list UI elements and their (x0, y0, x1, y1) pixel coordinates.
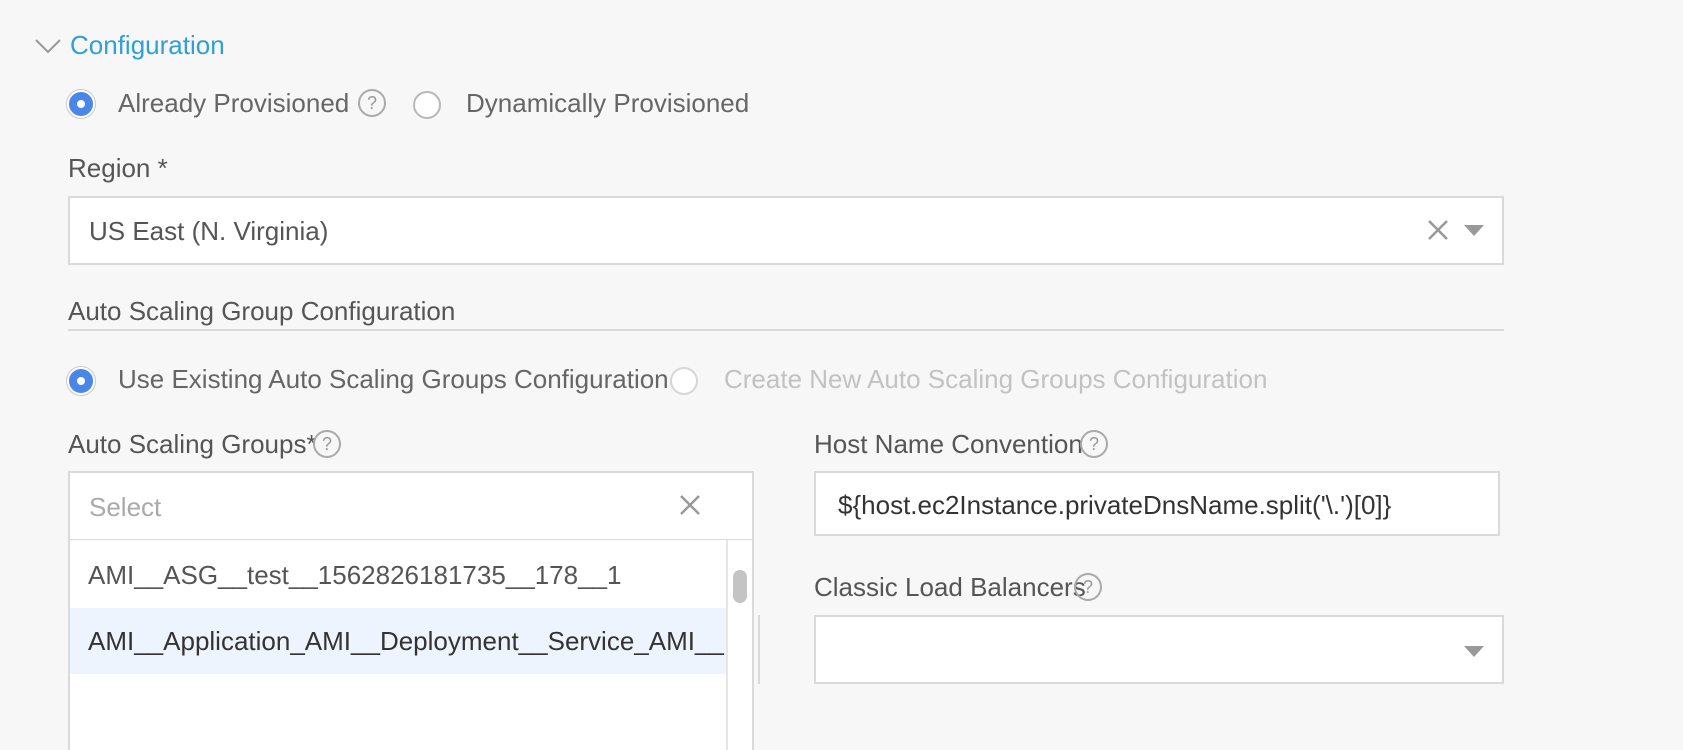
create-new-asg-label: Create New Auto Scaling Groups Configura… (724, 364, 1268, 394)
section-title[interactable]: Configuration (70, 30, 225, 61)
clear-icon[interactable] (1426, 218, 1450, 247)
dynamically-provisioned-label[interactable]: Dynamically Provisioned (466, 88, 749, 119)
scrollbar-track[interactable] (726, 540, 728, 750)
host-name-value: ${host.ec2Instance.privateDnsName.split(… (838, 490, 1392, 520)
region-label: Region * (68, 153, 168, 183)
caret-down-icon[interactable] (1464, 645, 1484, 663)
list-item[interactable]: AMI__ASG__test__1562826181735__178__1 (70, 542, 726, 608)
already-provisioned-radio[interactable] (67, 90, 95, 118)
use-existing-asg-label[interactable]: Use Existing Auto Scaling Groups Configu… (118, 364, 669, 395)
list-item[interactable]: AMI__Application_AMI__Deployment__Servic… (70, 608, 726, 674)
asg-dropdown-menu: AMI__ASG__test__1562826181735__178__1 AM… (68, 540, 754, 750)
already-provisioned-label[interactable]: Already Provisioned (118, 88, 349, 119)
help-icon[interactable]: ? (313, 430, 341, 458)
host-name-input[interactable]: ${host.ec2Instance.privateDnsName.split(… (814, 471, 1500, 536)
clear-icon[interactable] (678, 493, 702, 522)
asg-select[interactable]: Select (68, 471, 754, 541)
clb-select[interactable] (814, 615, 1504, 684)
asg-label: Auto Scaling Groups* (68, 429, 317, 459)
asg-placeholder: Select (89, 492, 162, 522)
help-icon[interactable]: ? (358, 89, 386, 117)
dynamically-provisioned-radio[interactable] (413, 91, 441, 119)
help-icon[interactable]: ? (1080, 430, 1108, 458)
section-divider (68, 329, 1504, 331)
scrollbar-thumb[interactable] (733, 570, 747, 603)
chevron-down-icon[interactable] (34, 36, 62, 56)
host-name-label: Host Name Convention (814, 429, 1083, 459)
region-select[interactable]: US East (N. Virginia) (68, 196, 1504, 265)
clb-label: Classic Load Balancers (814, 572, 1086, 602)
asg-config-heading: Auto Scaling Group Configuration (68, 296, 456, 326)
caret-down-icon[interactable] (1464, 224, 1484, 242)
help-icon[interactable]: ? (1074, 573, 1102, 601)
use-existing-asg-radio[interactable] (67, 367, 95, 395)
region-value: US East (N. Virginia) (89, 216, 329, 246)
create-new-asg-radio (670, 367, 698, 395)
